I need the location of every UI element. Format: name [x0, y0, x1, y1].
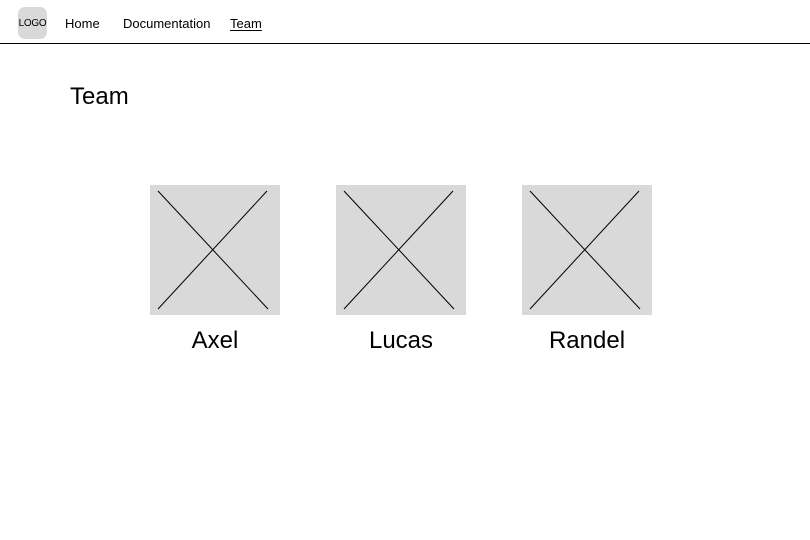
nav-link-team[interactable]: Team	[230, 16, 262, 32]
nav-link-home[interactable]: Home	[65, 16, 100, 32]
team-member-name: Axel	[191, 327, 239, 354]
image-placeholder-icon	[522, 185, 652, 315]
team-member-name: Randel	[548, 327, 626, 354]
logo[interactable]: LOGO	[18, 7, 47, 39]
team-member-card[interactable]: Lucas	[336, 185, 466, 354]
page: LOGO Home Documentation Team Team Axel L…	[0, 0, 810, 540]
team-member-name: Lucas	[368, 327, 434, 354]
team-member-card[interactable]: Randel	[522, 185, 652, 354]
team-member-card[interactable]: Axel	[150, 185, 280, 354]
nav-link-documentation[interactable]: Documentation	[123, 16, 210, 32]
image-placeholder-icon	[336, 185, 466, 315]
page-title: Team	[70, 83, 129, 110]
top-nav-bar: LOGO Home Documentation Team	[0, 0, 810, 44]
image-placeholder-icon	[150, 185, 280, 315]
